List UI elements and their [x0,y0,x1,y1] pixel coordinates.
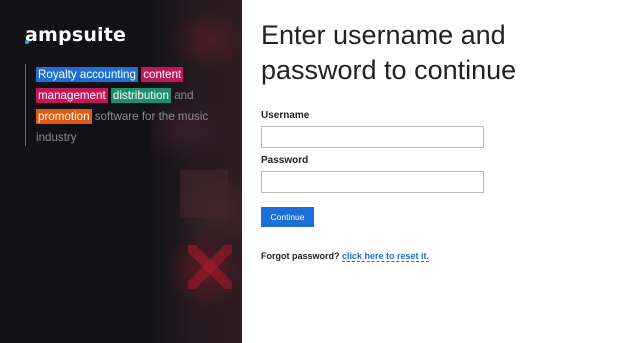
forgot-password: Forgot password? click here to reset it. [261,251,430,262]
tagline: Royalty accounting content management di… [25,64,215,146]
tagline-and: and [174,89,194,102]
tagline-highlight-management: management [36,88,108,103]
reset-password-link[interactable]: click here to reset it. [342,251,430,262]
tagline-rest-2: industry [36,131,77,144]
continue-button[interactable]: Continue [261,207,314,227]
forgot-password-text: Forgot password? [261,251,340,261]
background-x-graphic [188,245,232,289]
password-label: Password [261,155,309,166]
tagline-highlight-distribution: distribution [110,88,171,103]
tagline-highlight-royalty: Royalty accounting [36,67,138,82]
background-album-art [180,170,228,218]
tagline-rest-1: software for the music [94,110,209,123]
username-label: Username [261,110,310,121]
tagline-highlight-promotion: promotion [36,109,92,124]
username-input[interactable] [261,126,484,148]
page-title-line-2: password to continue [261,55,517,85]
page-title: Enter username and password to continue [261,18,611,88]
password-input[interactable] [261,171,484,193]
tagline-highlight-content: content [141,67,184,82]
ampsuite-logo: ampsuite [25,24,127,46]
page-title-line-1: Enter username and [261,20,506,50]
logo-dot-icon [25,40,29,44]
brand-panel: ampsuite Royalty accounting content mana… [0,0,242,343]
